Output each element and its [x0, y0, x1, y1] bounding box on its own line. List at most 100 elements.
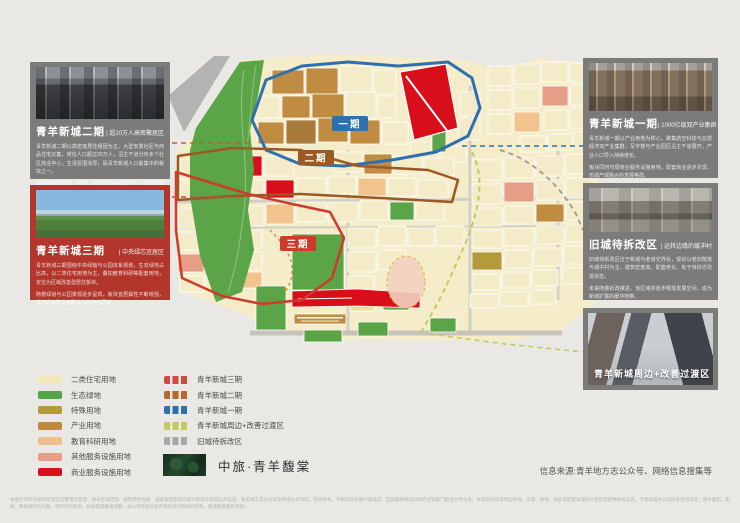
map-parcel	[542, 86, 568, 106]
map-parcel	[312, 94, 344, 118]
map-parcel	[348, 228, 376, 248]
map-parcel	[436, 226, 464, 246]
oldtown-photo	[589, 188, 712, 232]
phase3-photo	[36, 190, 164, 238]
map-parcel	[272, 70, 304, 94]
map-parcel	[514, 88, 540, 108]
legend-districts: 青羊新城三期青羊新城二期青羊新城一期青羊新城周边+改善过渡区旧城待拆改区	[164, 372, 284, 449]
phase3-body: 随着绿道与公园景观逐步呈现，板块宜居属性不断增强，成为近年改善客群关注的热点区域…	[36, 291, 164, 308]
legend-item: 其他服务设施用地	[38, 449, 131, 464]
svg-text:三期: 三期	[286, 239, 309, 251]
svg-text:二期: 二期	[304, 153, 327, 165]
map-parcel	[294, 314, 346, 324]
legend-dashed-swatch	[164, 422, 188, 430]
legend-item-label: 青羊新城周边+改善过渡区	[197, 420, 284, 431]
map-parcel	[382, 122, 408, 144]
phase3-body: 青羊新城三期围绕中央绿轴与公园体系规划，生态绿地占比高，以二类住宅用地为主，叠加…	[36, 262, 164, 287]
callout-oldtown: 旧城待拆改区 | 运转边缘的缓冲村 旧城待拆改区位于新城与老城交界处，现状以老旧…	[583, 183, 718, 300]
map-parcel	[504, 182, 534, 202]
map-parcel	[488, 90, 512, 110]
legend-item: 教育科研用地	[38, 434, 131, 449]
callout-phase3: 青羊新城三期 | 中央绿芯宜居区 青羊新城三期围绕中央绿轴与公园体系规划，生态绿…	[30, 185, 170, 300]
oldtown-body: 旧城待拆改区位于新城与老城交界处，现状以老旧院落与城中村为主，建筑密度高、配套老…	[589, 256, 712, 281]
map-parcel	[358, 178, 386, 196]
map-parcel	[408, 228, 434, 246]
brand-logo-image	[163, 454, 206, 476]
phase3-label: 三期	[280, 236, 316, 251]
map-parcel	[488, 66, 512, 86]
periphery-title: 青羊新城周边+改善过渡区	[594, 367, 710, 380]
map-parcel	[470, 294, 498, 308]
map-parcel	[304, 330, 342, 342]
legend-dashed-swatch	[164, 376, 188, 384]
map-parcel	[504, 206, 534, 224]
map-parcel	[472, 252, 502, 270]
legend-item-label: 青羊新城一期	[197, 405, 242, 416]
map-parcel	[532, 270, 558, 286]
legend-color-swatch	[38, 437, 62, 445]
legend-item: 特殊用地	[38, 403, 131, 418]
map-parcel	[472, 274, 500, 290]
legend-item: 旧城待拆改区	[164, 434, 284, 449]
map-parcel	[306, 68, 338, 94]
map-parcel	[360, 200, 388, 220]
map-parcel	[544, 110, 568, 130]
legend-color-swatch	[38, 376, 62, 384]
legend-item: 青羊新城三期	[164, 372, 284, 387]
map-parcel	[542, 62, 568, 82]
periphery-photo: 青羊新城周边+改善过渡区	[588, 313, 713, 385]
legend-item-label: 其他服务设施用地	[71, 451, 131, 462]
legend-item-label: 青羊新城二期	[197, 390, 242, 401]
legend-item-label: 商业服务设施用地	[71, 467, 131, 478]
map-parcel	[472, 184, 502, 204]
map-parcel	[500, 292, 528, 306]
map-parcel	[374, 70, 396, 94]
legend-item-label: 产业用地	[71, 420, 101, 431]
legend-item-label: 青羊新城三期	[197, 374, 242, 385]
map-parcel	[504, 158, 534, 178]
tan-label-textline	[297, 317, 343, 319]
phase1-photo	[589, 63, 712, 111]
map-parcel	[266, 204, 294, 224]
phase1-label: 一期	[332, 116, 368, 131]
legend-color-swatch	[38, 422, 62, 430]
phase2-subtitle: | 超20万人高密聚居区	[106, 128, 164, 137]
legend-item-label: 二类住宅用地	[71, 374, 116, 385]
brand-logo-row: 中旅·青羊馥棠	[163, 454, 311, 476]
legend-color-swatch	[38, 468, 62, 476]
legend-item: 青羊新城一期	[164, 403, 284, 418]
planning-map-poster: 一期 二期 三期 青羊新城二期 | 超20万人高密聚居区 青羊新城二期以高密度居…	[0, 0, 740, 523]
legend-item: 生态绿地	[38, 387, 131, 402]
map-parcel	[418, 180, 448, 198]
map-parcel	[514, 64, 540, 84]
legend-color-swatch	[38, 406, 62, 414]
callout-periphery: 青羊新城周边+改善过渡区	[583, 308, 718, 390]
legend-item-label: 生态绿地	[71, 390, 101, 401]
oldtown-body: 未来随着拆改推进，该区域将逐步释放发展空间，成为新城扩展的缓冲地带。	[589, 285, 712, 302]
map-parcel	[416, 202, 444, 220]
legend-item: 青羊新城周边+改善过渡区	[164, 418, 284, 433]
map-parcel	[548, 134, 572, 150]
legend-dashed-swatch	[164, 437, 188, 445]
map-parcel	[488, 114, 512, 134]
legend-color-swatch	[38, 453, 62, 461]
legend-item: 商业服务设施用地	[38, 464, 131, 479]
legend-item: 青羊新城二期	[164, 387, 284, 402]
map-parcel	[530, 290, 556, 304]
phase2-title: 青羊新城二期	[36, 124, 105, 139]
phase3-subtitle: | 中央绿芯宜居区	[119, 247, 164, 256]
map-parcel	[340, 66, 372, 92]
phase1-subtitle: | 1000亿级双产业集群	[658, 120, 717, 129]
svg-text:一期: 一期	[338, 119, 361, 131]
oldtown-title: 旧城待拆改区	[589, 237, 658, 252]
map-parcel	[358, 322, 388, 336]
map-parcel	[536, 156, 564, 176]
oldtown-subtitle: | 运转边缘的缓冲村	[661, 241, 712, 250]
map-parcel	[430, 318, 456, 332]
map-parcel	[328, 176, 356, 194]
map-parcel	[502, 272, 530, 288]
legend-land-use: 二类住宅用地生态绿地特殊用地产业用地教育科研用地其他服务设施用地商业服务设施用地	[38, 372, 131, 480]
special-zone-ellipse	[387, 256, 425, 308]
legend-dashed-swatch	[164, 406, 188, 414]
map-parcel	[378, 226, 406, 246]
